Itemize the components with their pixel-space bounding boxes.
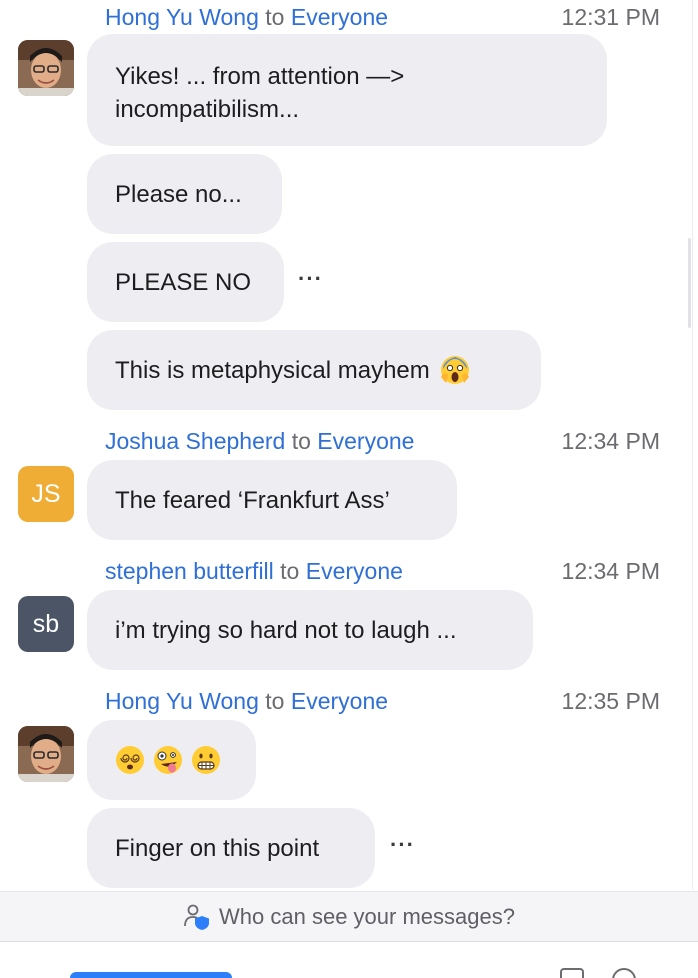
avatar[interactable]: JS	[18, 466, 74, 522]
message-bubble[interactable]: The feared ‘Frankfurt Ass’	[87, 460, 457, 540]
emoji-picker-icon[interactable]	[612, 968, 636, 978]
message-bubble[interactable]	[87, 720, 256, 800]
message-text: PLEASE NO	[115, 268, 252, 296]
profile-photo-icon	[18, 726, 74, 782]
recipient-name[interactable]: Everyone	[291, 4, 388, 30]
message-header: Hong Yu Wong to Everyone 12:31 PM	[105, 0, 660, 34]
grimacing-face-icon	[192, 746, 220, 774]
message-bubble[interactable]: This is metaphysical mayhem	[87, 330, 541, 410]
to-label: to	[291, 428, 311, 454]
sender-name[interactable]: Joshua Shepherd	[105, 428, 285, 454]
message-text: incompatibilism...	[115, 96, 300, 123]
panel-edge	[692, 0, 693, 890]
recipient-name[interactable]: Everyone	[291, 688, 388, 714]
send-button[interactable]	[70, 972, 232, 978]
scrollbar[interactable]	[688, 238, 691, 328]
message-timestamp: 12:31 PM	[561, 4, 660, 30]
message-timestamp: 12:35 PM	[561, 688, 660, 714]
message-text: Yikes! ... from attention —>	[115, 63, 405, 90]
to-label: to	[265, 4, 285, 30]
message-timestamp: 12:34 PM	[561, 558, 660, 584]
message-bubble[interactable]: Please no...	[87, 154, 282, 234]
message-bubble[interactable]: Yikes! ... from attention —> incompatibi…	[87, 34, 607, 146]
message-bubble[interactable]: i’m trying so hard not to laugh ...	[87, 590, 533, 670]
divider	[0, 941, 698, 942]
person-shield-icon	[184, 904, 210, 930]
message-text: This is metaphysical mayhem	[115, 356, 430, 384]
zany-face-icon	[154, 746, 182, 774]
recipient-name[interactable]: Everyone	[317, 428, 414, 454]
avatar-initials: JS	[31, 479, 61, 508]
chat-message-list[interactable]: Hong Yu Wong to Everyone 12:31 PM Yikes!…	[0, 0, 698, 890]
recipient-name[interactable]: Everyone	[306, 558, 403, 584]
sender-name[interactable]: Hong Yu Wong	[105, 4, 259, 30]
privacy-notice[interactable]: Who can see your messages?	[0, 891, 698, 941]
message-header: stephen butterfill to Everyone 12:34 PM	[105, 554, 660, 588]
sender-name[interactable]: stephen butterfill	[105, 558, 274, 584]
profile-photo-icon	[18, 40, 74, 96]
message-timestamp: 12:34 PM	[561, 428, 660, 454]
more-options-icon[interactable]: ···	[298, 266, 323, 292]
avatar[interactable]: sb	[18, 596, 74, 652]
message-text: The feared ‘Frankfurt Ass’	[115, 486, 390, 514]
screaming-face-icon	[440, 356, 469, 384]
to-label: to	[280, 558, 300, 584]
sender-name[interactable]: Hong Yu Wong	[105, 688, 259, 714]
file-icon[interactable]	[560, 968, 584, 978]
message-bubble[interactable]: Finger on this point	[87, 808, 375, 888]
privacy-notice-text: Who can see your messages?	[219, 903, 515, 929]
avatar-initials: sb	[32, 609, 60, 638]
message-text: i’m trying so hard not to laugh ...	[115, 616, 457, 644]
message-header: Joshua Shepherd to Everyone 12:34 PM	[105, 424, 660, 458]
message-text: Finger on this point	[115, 834, 320, 862]
dizzy-face-icon	[116, 746, 144, 774]
avatar[interactable]	[18, 726, 74, 782]
message-bubble[interactable]: PLEASE NO	[87, 242, 284, 322]
avatar[interactable]	[18, 40, 74, 96]
message-header: Hong Yu Wong to Everyone 12:35 PM	[105, 684, 660, 718]
more-options-icon[interactable]: ···	[390, 832, 415, 858]
message-text: Please no...	[115, 180, 242, 208]
to-label: to	[265, 688, 285, 714]
